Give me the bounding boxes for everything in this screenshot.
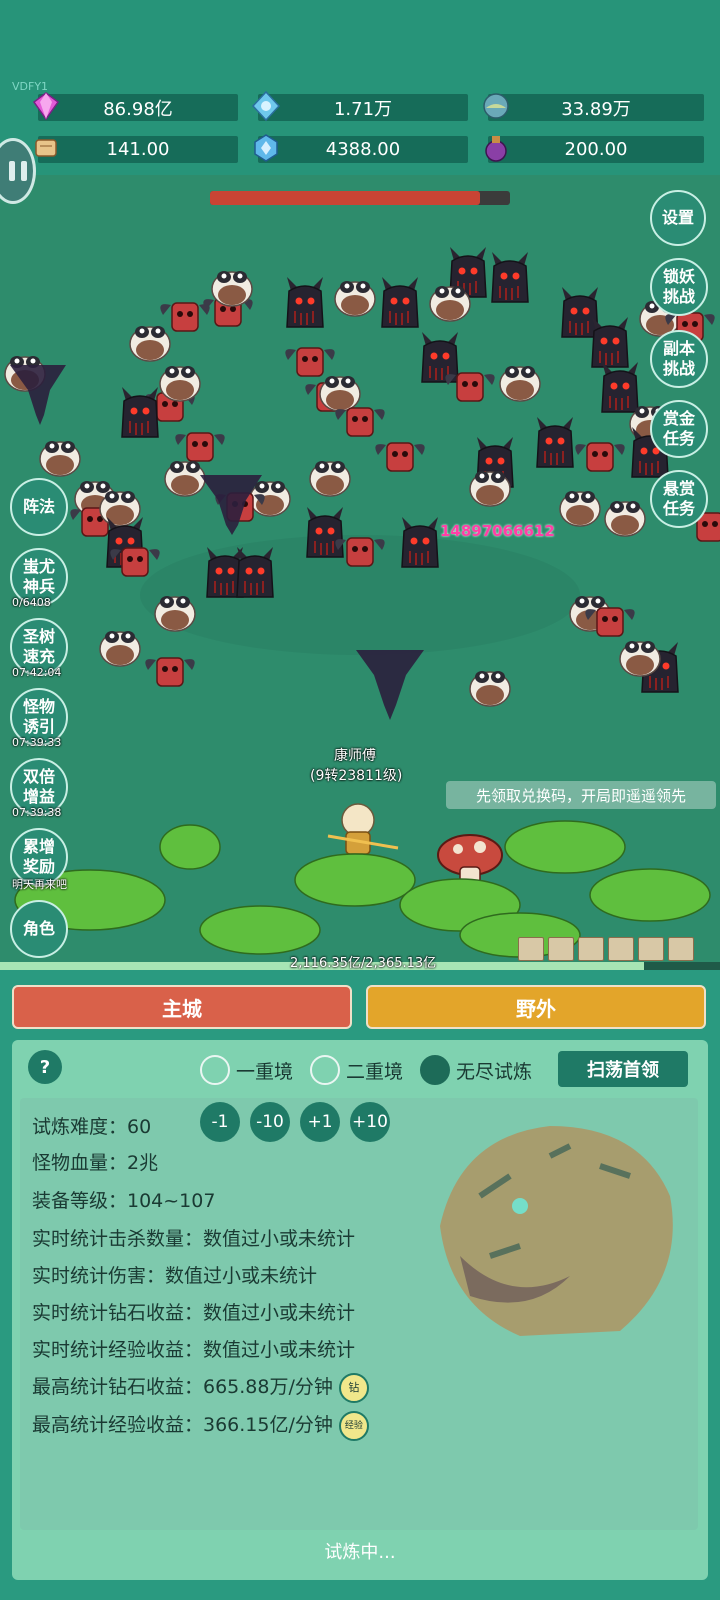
- difficulty-minus-10-button[interactable]: -10: [250, 1102, 290, 1142]
- resource-orbs: 33.89万: [483, 93, 704, 121]
- chiyou-progress: 0/6408: [12, 596, 51, 609]
- skill-slot-icon[interactable]: [668, 937, 694, 961]
- button-label: 角色: [22, 919, 55, 938]
- orb-icon: [483, 93, 509, 119]
- redeem-code-tip[interactable]: 先领取兑换码，开局即遥遥领先: [446, 781, 716, 809]
- difficulty-text: 试炼难度：: [32, 1116, 128, 1138]
- resource-value: 86.98亿: [103, 98, 173, 120]
- demon-lock-challenge-button[interactable]: 锁妖 挑战: [650, 258, 708, 316]
- resource-potions: 200.00: [485, 136, 704, 163]
- double-gain-timer: 07:39:38: [12, 806, 62, 819]
- crystal-icon: [251, 90, 281, 122]
- holy-tree-timer: 07:42:04: [12, 666, 62, 679]
- resource-value: 141.00: [106, 139, 170, 160]
- shard-icon: [254, 134, 278, 162]
- tiger-illustration: [440, 1126, 673, 1336]
- best-diamond-text: 最高统计钻石收益：665.88万/分钟: [32, 1376, 333, 1398]
- battlefield[interactable]: [0, 175, 720, 965]
- bounty-gold-task-button[interactable]: 赏金 任务: [650, 400, 708, 458]
- resource-value: 1.71万: [333, 98, 393, 120]
- skill-slot-icon[interactable]: [578, 937, 604, 961]
- sweep-boss-button[interactable]: 扫荡首领: [558, 1051, 688, 1087]
- gem-icon: [32, 92, 60, 121]
- button-label: 双倍 增益: [22, 767, 55, 806]
- button-label: 蚩尤 神兵: [22, 557, 55, 596]
- resource-gems: 86.98亿: [32, 92, 238, 121]
- button-label: 悬赏 任务: [662, 479, 695, 518]
- help-button[interactable]: ?: [28, 1050, 62, 1084]
- skill-slot-icon[interactable]: [638, 937, 664, 961]
- realtime-damage-stat: 实时统计伤害：数值过小或未统计: [32, 1265, 318, 1287]
- mode-radio-3[interactable]: [420, 1055, 450, 1085]
- dungeon-challenge-button[interactable]: 副本 挑战: [650, 330, 708, 388]
- mode-radio-1[interactable]: [200, 1055, 230, 1085]
- equipment-level-stat: 装备等级：104~107: [32, 1190, 216, 1212]
- pause-icon: [9, 161, 15, 181]
- experience-text: 2,116.35亿/2,365.13亿: [290, 956, 437, 971]
- difficulty-plus-10-button[interactable]: +10: [350, 1102, 390, 1142]
- resource-value: 200.00: [564, 139, 628, 160]
- resource-scrolls: 141.00: [35, 136, 238, 163]
- button-label: 设置: [661, 208, 694, 227]
- best-diamond-stat: 最高统计钻石收益：665.88万/分钟钻: [32, 1372, 369, 1403]
- difficulty-label: 试炼难度：60: [32, 1112, 151, 1139]
- character-button[interactable]: 角色: [10, 900, 68, 958]
- button-label: 锁妖 挑战: [662, 267, 695, 306]
- diamond-badge-icon: 钻: [338, 1372, 369, 1403]
- skill-slot-icon[interactable]: [548, 937, 574, 961]
- difficulty-plus-1-button[interactable]: +1: [300, 1102, 340, 1142]
- player-name: 康师傅: [334, 748, 376, 764]
- exp-badge-icon: 经验: [338, 1410, 369, 1441]
- monster-hp-stat: 怪物血量：2兆: [32, 1152, 159, 1174]
- button-label: 怪物 诱引: [22, 697, 55, 736]
- wild-tab[interactable]: 野外: [366, 985, 706, 1029]
- cumulative-reward-note: 明天再来吧: [12, 878, 67, 891]
- monster-lure-timer: 07:39:33: [12, 736, 62, 749]
- resource-value: 33.89万: [561, 98, 631, 120]
- pause-icon: [21, 161, 27, 181]
- mode-label-1: 一重境: [236, 1061, 294, 1083]
- battle-scene: [0, 175, 720, 965]
- main-city-tab[interactable]: 主城: [12, 985, 352, 1029]
- potion-icon: [485, 136, 507, 162]
- best-exp-text: 最高统计经验收益：366.15亿/分钟: [32, 1414, 333, 1436]
- difficulty-value: 60: [127, 1116, 152, 1138]
- realtime-diamond-stat: 实时统计钻石收益：数值过小或未统计: [32, 1302, 356, 1324]
- mode-label-2: 二重境: [346, 1061, 404, 1083]
- button-label: 副本 挑战: [662, 339, 695, 378]
- boss-health-bar: [210, 191, 510, 205]
- realtime-exp-stat: 实时统计经验收益：数值过小或未统计: [32, 1339, 356, 1361]
- settings-button[interactable]: 设置: [650, 190, 706, 246]
- boss-health-fill: [210, 191, 480, 205]
- resource-value: 4388.00: [325, 139, 401, 160]
- skill-slot-icon[interactable]: [518, 937, 544, 961]
- mode-radio-2[interactable]: [310, 1055, 340, 1085]
- skill-slot-icon[interactable]: [608, 937, 634, 961]
- resource-shards: 4388.00: [254, 134, 468, 163]
- trial-status: 试炼中...: [324, 1542, 396, 1563]
- mode-label-3: 无尽试炼: [456, 1061, 533, 1083]
- reward-task-button[interactable]: 悬赏 任务: [650, 470, 708, 528]
- difficulty-minus-1-button[interactable]: -1: [200, 1102, 240, 1142]
- resource-crystals: 1.71万: [251, 90, 468, 122]
- player-level: (9转23811级): [310, 768, 403, 784]
- button-label: 阵法: [22, 497, 55, 516]
- button-label: 赏金 任务: [662, 409, 695, 448]
- realtime-kills-stat: 实时统计击杀数量：数值过小或未统计: [32, 1228, 356, 1250]
- button-label: 累增 奖励: [22, 837, 55, 876]
- formation-button[interactable]: 阵法: [10, 478, 68, 536]
- best-exp-stat: 最高统计经验收益：366.15亿/分钟 经验: [32, 1410, 369, 1441]
- damage-number: 14897066612: [440, 522, 555, 540]
- scroll-icon: [35, 139, 57, 157]
- button-label: 圣树 速充: [22, 627, 55, 666]
